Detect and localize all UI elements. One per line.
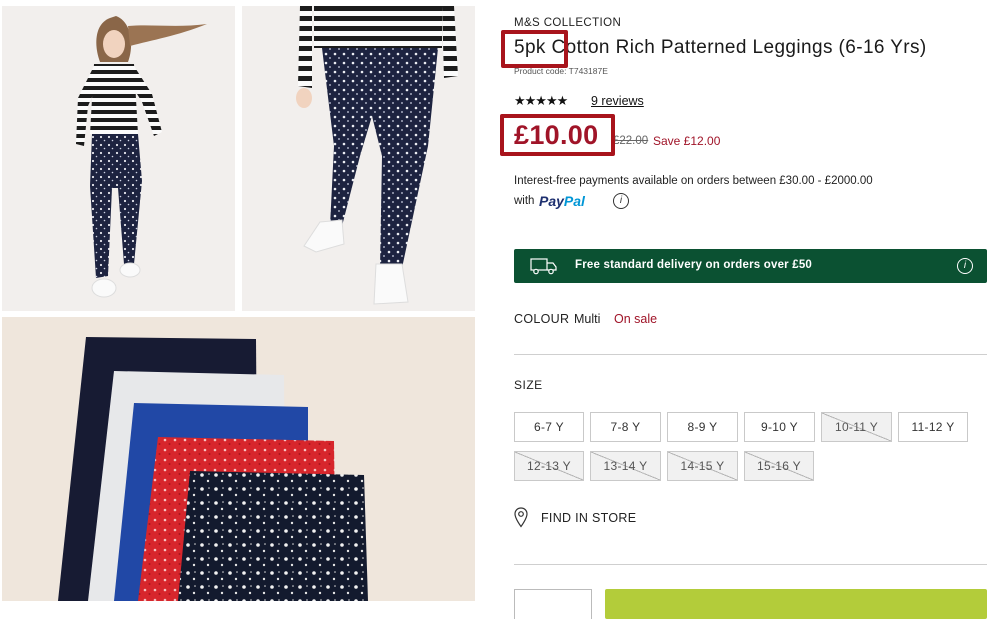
model-front-photo[interactable]: [2, 6, 235, 311]
product-title: 5pk Cotton Rich Patterned Leggings (6-16…: [514, 37, 927, 58]
size-option-8-9[interactable]: 8-9 Y: [667, 412, 738, 442]
info-icon[interactable]: i: [957, 258, 973, 274]
size-option-9-10[interactable]: 9-10 Y: [744, 412, 815, 442]
paypal-logo: PayPal: [539, 193, 585, 209]
free-delivery-banner[interactable]: Free standard delivery on orders over £5…: [514, 249, 987, 283]
was-price: £22.00: [613, 135, 649, 147]
size-option-13-14[interactable]: 13-14 Y: [590, 451, 661, 481]
save-amount: Save £12.00: [653, 134, 721, 148]
divider: [514, 354, 987, 355]
size-option-10-11[interactable]: 10-11 Y: [821, 412, 892, 442]
on-sale-label: On sale: [614, 312, 658, 326]
size-option-15-16[interactable]: 15-16 Y: [744, 451, 814, 481]
find-in-store-label: FIND IN STORE: [541, 511, 637, 525]
interest-free-text: Interest-free payments available on orde…: [514, 175, 873, 187]
divider: [514, 564, 987, 565]
location-pin-icon: [514, 507, 528, 533]
colour-value: Multi: [574, 312, 601, 326]
rating-stars: ★★★★★: [514, 93, 568, 108]
size-option-12-13[interactable]: 12-13 Y: [514, 451, 584, 481]
size-option-6-7[interactable]: 6-7 Y: [514, 412, 584, 442]
size-label: SIZE: [514, 378, 543, 392]
size-option-7-8[interactable]: 7-8 Y: [590, 412, 661, 442]
add-to-bag-button[interactable]: [605, 589, 987, 619]
highlight-box: [501, 30, 568, 68]
delivery-text: Free standard delivery on orders over £5…: [575, 259, 813, 271]
with-label: with: [514, 195, 535, 207]
highlight-box: [500, 114, 615, 156]
model-legs-photo[interactable]: [242, 6, 475, 311]
paypal-logo-pay: Pay: [539, 193, 564, 209]
delivery-truck-icon: [530, 257, 558, 280]
info-icon[interactable]: i: [613, 193, 629, 209]
paypal-logo-pal: Pal: [563, 193, 585, 209]
leggings-pack-flatlay-photo[interactable]: [2, 317, 475, 601]
quantity-selector[interactable]: [514, 589, 592, 619]
reviews-link[interactable]: 9 reviews: [591, 94, 644, 108]
brand-label: M&S COLLECTION: [514, 17, 622, 29]
colour-label: COLOUR: [514, 312, 570, 326]
size-option-11-12[interactable]: 11-12 Y: [898, 412, 968, 442]
size-option-14-15[interactable]: 14-15 Y: [667, 451, 738, 481]
